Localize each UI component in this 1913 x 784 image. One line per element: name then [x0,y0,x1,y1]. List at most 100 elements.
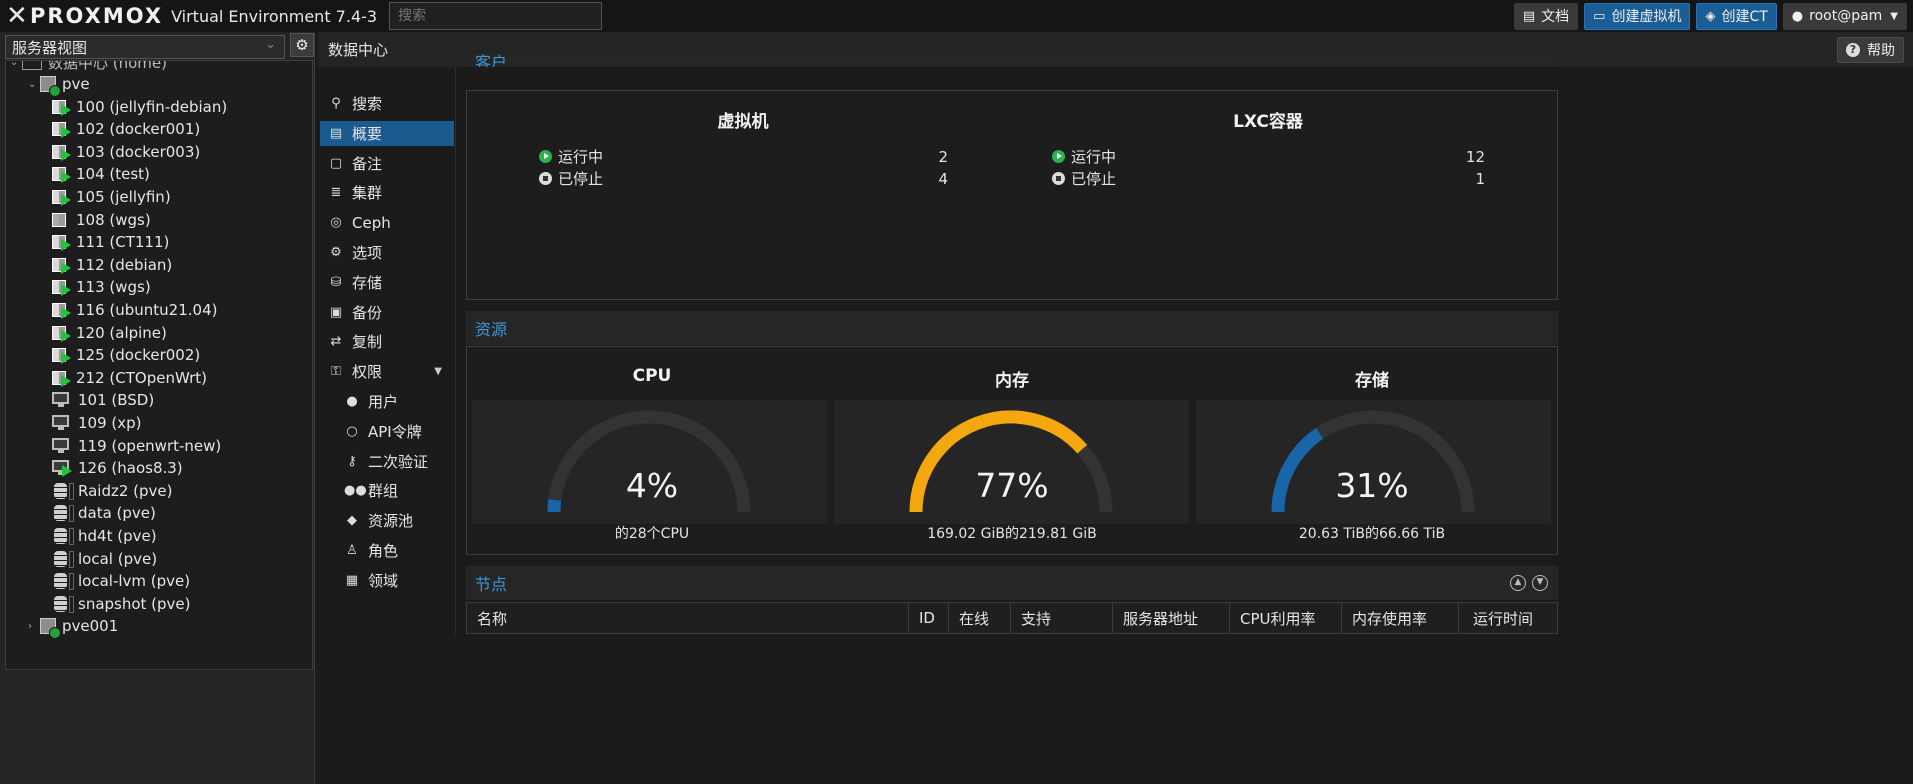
view-selector[interactable]: 服务器视图 ⌄ [5,35,285,59]
nav-item[interactable]: ⚷ 二次验证 [320,449,454,474]
tree-item-guest[interactable]: 126 (haos8.3) [52,457,183,479]
tree-item-guest[interactable]: 125 (docker002) [52,344,200,366]
tree-item-storage[interactable]: Raidz2 (pve) [52,480,173,502]
server-node-icon [40,618,61,640]
running-icon [1052,149,1065,163]
container-icon [52,144,71,161]
column-header-address[interactable]: 服务器地址 [1113,603,1230,633]
container-icon [52,347,71,365]
version-label: Virtual Environment 7.4-3 [171,6,378,26]
cpu-gauge-label: CPU [632,366,672,386]
cpu-gauge-detail: 的28个CPU [614,526,690,542]
nav-item[interactable]: ▤ 概要 [320,120,454,146]
nav-item[interactable]: ♙ 角色 [320,538,454,563]
memory-gauge-label: 内存 [995,371,1029,391]
memory-gauge-box [834,400,1189,524]
nav-item[interactable]: ▦ 领域 [320,568,454,593]
nav-item[interactable]: ●● 群组 [320,478,454,503]
docs-button[interactable]: ▤ 文档 [1513,2,1579,30]
tree-item-storage[interactable]: local-lvm (pve) [52,570,190,592]
search-input[interactable] [389,2,603,30]
nav-item[interactable]: ⇄ 复制 [320,329,454,354]
vm-running-count: 2 [938,148,948,166]
collapse-up-icon[interactable]: ▲ [1510,575,1526,591]
cpu-gauge-box [472,400,827,524]
column-header-support[interactable]: 支持 [1011,603,1113,633]
gear-icon: ⚙ [330,245,342,260]
tree-item-guest[interactable]: 113 (wgs) [52,276,151,298]
tree-item-guest[interactable]: 103 (docker003) [52,141,200,163]
users-icon: ●● [344,483,367,499]
cpu-gauge [547,410,751,513]
tree-item-storage[interactable]: data (pve) [52,502,156,524]
guests-panel [466,90,1558,300]
tree-item-storage[interactable]: snapshot (pve) [52,593,191,615]
nav-item[interactable]: ● 用户 [320,389,454,414]
nav-item[interactable]: ▢ 备注 [320,151,454,176]
tree-item-guest[interactable]: 104 (test) [52,163,150,185]
container-icon [52,325,71,342]
tree-item-storage[interactable]: hd4t (pve) [52,525,157,547]
tree-item-guest[interactable]: 102 (docker001) [52,118,200,140]
database-icon: ⛁ [330,274,342,290]
collapse-down-icon[interactable]: ▼ [1532,575,1548,591]
tree-item-guest[interactable]: 212 (CTOpenWrt) [52,367,207,389]
chevron-down-icon[interactable]: ▼ [434,366,442,377]
tree-settings-button[interactable]: ⚙ [290,33,314,57]
tree-item-node[interactable]: › pve001 [28,615,118,640]
column-header-id[interactable]: ID [909,603,949,633]
tree-item-guest[interactable]: 112 (debian) [52,254,172,276]
resource-tree[interactable]: ⌄ 数据中心 (home) ⌄ pve 100 (jellyfin-debian) 1… [5,60,313,670]
tree-root-datacenter[interactable]: ⌄ 数据中心 (home) [10,61,167,73]
tree-item-guest[interactable]: 120 (alpine) [52,322,167,344]
resources-section-title: 资源 [466,311,1558,345]
nav-item[interactable]: ○ API令牌 [320,419,454,444]
search-icon: ⚲ [331,96,341,111]
nav-item[interactable]: ◆ 资源池 [320,508,454,533]
nav-item[interactable]: ≣ 集群 [320,180,454,205]
tree-item-guest[interactable]: 101 (BSD) [52,389,154,411]
storage-gauge-detail: 20.63 TiB的66.66 TiB [1298,526,1446,542]
memory-gauge [909,410,1113,513]
cpu-gauge-value: 4% [625,466,679,505]
column-header-uptime[interactable]: 运行时间 [1459,603,1557,633]
column-header-online[interactable]: 在线 [949,603,1011,633]
tree-item-guest[interactable]: 111 (CT111) [52,231,169,253]
storage-database-icon [52,550,74,568]
ceph-icon: ◎ [330,215,342,231]
nav-item[interactable]: ▣ 备份 [320,300,454,325]
running-icon [539,149,552,163]
create-vm-button[interactable]: ▭ 创建虚拟机 [1584,2,1691,30]
user-menu-button[interactable]: ● root@pam ▼ [1782,2,1907,30]
tree-item-storage[interactable]: local (pve) [52,548,157,570]
create-ct-button[interactable]: ◈ 创建CT [1696,2,1777,30]
vm-column-title: 虚拟机 [717,112,769,132]
chevron-right-icon[interactable]: › [28,621,40,632]
tree-item-guest[interactable]: 119 (openwrt-new) [52,435,221,457]
storage-gauge-value: 31% [1335,466,1409,505]
nav-item[interactable]: ⚲ 搜索 [320,91,454,116]
floppy-icon: ▣ [329,304,343,320]
tree-item-guest[interactable]: 116 (ubuntu21.04) [52,299,217,321]
vm-stopped-row: 已停止 [539,168,603,188]
tree-item-guest[interactable]: 100 (jellyfin-debian) [52,96,227,118]
nav-item[interactable]: ⚙ 选项 [320,240,454,265]
tree-item-guest[interactable]: 105 (jellyfin) [52,186,171,208]
nav-item[interactable]: ⛁ 存储 [320,270,454,295]
storage-database-icon [52,595,74,613]
memory-gauge-detail: 169.02 GiB的219.81 GiB [927,526,1097,542]
column-header-cpu[interactable]: CPU利用率 [1230,603,1342,633]
server-icon: ≣ [330,185,342,201]
tree-item-node[interactable]: ⌄ pve [28,73,90,97]
column-header-name[interactable]: 名称 [467,603,909,633]
nav-item[interactable]: ⚿ 权限 ▼ [320,359,454,384]
chevron-down-icon[interactable]: ⌄ [28,79,40,90]
column-header-memory[interactable]: 内存使用率 [1342,603,1459,633]
tree-item-guest[interactable]: 109 (xp) [52,412,142,434]
storage-gauge-label: 存储 [1355,371,1389,391]
tree-item-guest[interactable]: 108 (wgs) [52,209,151,231]
container-icon [52,99,71,116]
nav-item[interactable]: ◎ Ceph [320,210,454,235]
chevron-down-icon: ⌄ [265,37,276,52]
help-button[interactable]: ? 帮助 [1837,37,1904,63]
